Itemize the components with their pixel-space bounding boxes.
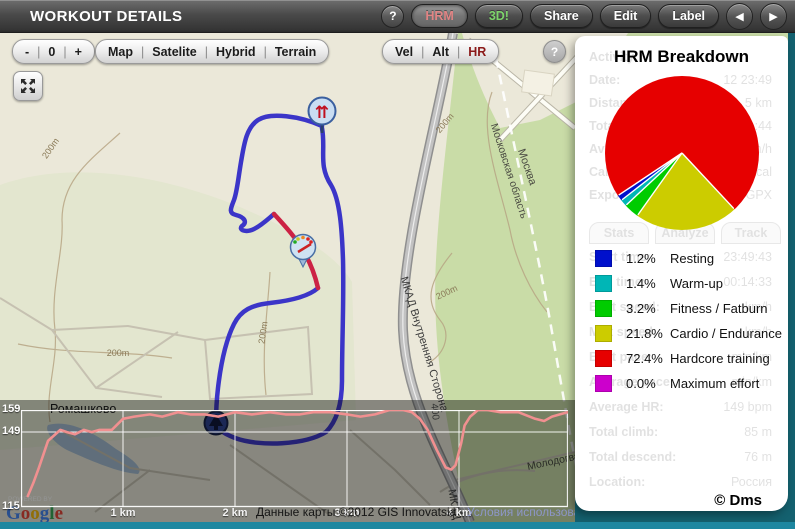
layer-satelite[interactable]: Satelite bbox=[152, 45, 196, 59]
legend-name: Resting bbox=[670, 251, 714, 266]
stat-row: Total climb: 85 m bbox=[589, 425, 772, 445]
stat-row-value: 85 m bbox=[744, 425, 772, 445]
stat-row-value: 76 m bbox=[744, 450, 772, 470]
xtick-1km: 1 km bbox=[106, 507, 140, 519]
legend-swatch bbox=[595, 250, 612, 267]
legend-name: Warm-up bbox=[670, 276, 723, 291]
topbar-button-3d[interactable]: 3D! bbox=[475, 4, 523, 28]
pill-separator: | bbox=[63, 45, 66, 59]
legend-row-resting: 1.2%Resting bbox=[595, 246, 782, 271]
legend-pct: 72.4% bbox=[626, 351, 670, 366]
graph-mode-control[interactable]: Vel | Alt | HR bbox=[382, 39, 499, 64]
graph-mode-hr[interactable]: HR bbox=[468, 45, 486, 59]
layer-hybrid[interactable]: Hybrid bbox=[216, 45, 256, 59]
finish-arrows-icon: ⇈ bbox=[315, 103, 329, 122]
legend-row-hardcoretraining: 72.4%Hardcore training bbox=[595, 346, 782, 371]
legend-pct: 3.2% bbox=[626, 301, 670, 316]
fullscreen-icon bbox=[20, 78, 36, 94]
legend-swatch bbox=[595, 300, 612, 317]
legend-name: Maximum effort bbox=[670, 376, 759, 391]
legend-pct: 21.8% bbox=[626, 326, 670, 341]
legend-pct: 1.2% bbox=[626, 251, 670, 266]
layer-control[interactable]: Map | Satelite | Hybrid | Terrain bbox=[95, 39, 329, 64]
prev-workout-button[interactable]: ◀ bbox=[726, 3, 753, 30]
stat-row: Total descend: 76 m bbox=[589, 450, 772, 470]
zoom-control[interactable]: -|0|+ bbox=[12, 39, 95, 64]
legend-swatch bbox=[595, 350, 612, 367]
legend-name: Cardio / Endurance bbox=[670, 326, 782, 341]
zoom--[interactable]: - bbox=[25, 45, 29, 59]
pill-separator: | bbox=[141, 45, 144, 59]
pill-separator: | bbox=[264, 45, 267, 59]
graph-mode-vel[interactable]: Vel bbox=[395, 45, 413, 59]
legend-row-maximumeffort: 0.0%Maximum effort bbox=[595, 371, 782, 396]
hr-graph-overlay: 159149115 1 km2 km3 km4 km Данные карты … bbox=[0, 400, 575, 522]
zoom-0[interactable]: 0 bbox=[48, 45, 55, 59]
legend-pct: 0.0% bbox=[626, 376, 670, 391]
zoom-+[interactable]: + bbox=[75, 45, 82, 59]
topbar-button-share[interactable]: Share bbox=[530, 4, 593, 28]
legend-swatch bbox=[595, 325, 612, 342]
legend-row-warmup: 1.4%Warm-up bbox=[595, 271, 782, 296]
legend-name: Hardcore training bbox=[670, 351, 770, 366]
frame-bottom-strip bbox=[0, 522, 795, 529]
pill-separator: | bbox=[421, 45, 424, 59]
legend-pct: 1.4% bbox=[626, 276, 670, 291]
topbar-actions: ? HRM 3D! Share EditLabel ◀ ▶ bbox=[381, 3, 787, 30]
help-button[interactable]: ? bbox=[381, 5, 404, 28]
legend-swatch bbox=[595, 375, 612, 392]
pill-separator: | bbox=[457, 45, 460, 59]
map-help-button[interactable]: ? bbox=[543, 40, 566, 63]
topbar-button-edit[interactable]: Edit bbox=[600, 4, 652, 28]
hrm-panel: Activity:Date:12 23:49Distance:5 kmTotal… bbox=[575, 36, 788, 511]
legend-row-cardioendurance: 21.8%Cardio / Endurance bbox=[595, 321, 782, 346]
fullscreen-button[interactable] bbox=[13, 71, 43, 101]
legend-name: Fitness / Fatburn bbox=[670, 301, 768, 316]
next-workout-button[interactable]: ▶ bbox=[760, 3, 787, 30]
graph-mode-alt[interactable]: Alt bbox=[432, 45, 449, 59]
ytick-115: 115 bbox=[2, 500, 20, 512]
pill-separator: | bbox=[37, 45, 40, 59]
stat-row-label: Location: bbox=[589, 475, 645, 495]
map-attribution: Данные карты ©2012 GIS Innovatsia - Усло… bbox=[256, 505, 600, 519]
ytick-149: 149 bbox=[2, 425, 20, 437]
page-title: WORKOUT DETAILS bbox=[30, 8, 182, 25]
stat-row-value: 149 bpm bbox=[723, 400, 772, 420]
hr-graph bbox=[21, 410, 568, 508]
hrm-legend: 1.2%Resting1.4%Warm-up3.2%Fitness / Fatb… bbox=[595, 246, 782, 396]
frame-right-strip bbox=[788, 33, 795, 529]
topbar: WORKOUT DETAILS ? HRM 3D! Share EditLabel ◀… bbox=[0, 0, 795, 33]
topbar-buttons: HRM 3D! Share EditLabel bbox=[411, 4, 719, 28]
hrm-breakdown-title: HRM Breakdown bbox=[575, 47, 788, 67]
pill-separator: | bbox=[205, 45, 208, 59]
hr-line-series bbox=[28, 410, 568, 496]
pie-separators bbox=[605, 76, 759, 230]
layer-terrain[interactable]: Terrain bbox=[275, 45, 316, 59]
xtick-2km: 2 km bbox=[218, 507, 252, 519]
legend-row-fitnessfatburn: 3.2%Fitness / Fatburn bbox=[595, 296, 782, 321]
contour-label: 200m bbox=[107, 348, 130, 358]
copyright-label: © Dms bbox=[714, 492, 762, 509]
topbar-button-hrm[interactable]: HRM bbox=[411, 4, 467, 28]
ytick-159: 159 bbox=[2, 403, 20, 415]
stat-row-label: Total climb: bbox=[589, 425, 658, 445]
layer-map[interactable]: Map bbox=[108, 45, 133, 59]
stat-row-label: Average HR: bbox=[589, 400, 664, 420]
stat-row: Average HR: 149 bpm bbox=[589, 400, 772, 420]
attribution-text: Данные карты ©2012 GIS Innovatsia - bbox=[256, 505, 467, 519]
stat-row-label: Total descend: bbox=[589, 450, 676, 470]
legend-swatch bbox=[595, 275, 612, 292]
topbar-button-label[interactable]: Label bbox=[658, 4, 719, 28]
